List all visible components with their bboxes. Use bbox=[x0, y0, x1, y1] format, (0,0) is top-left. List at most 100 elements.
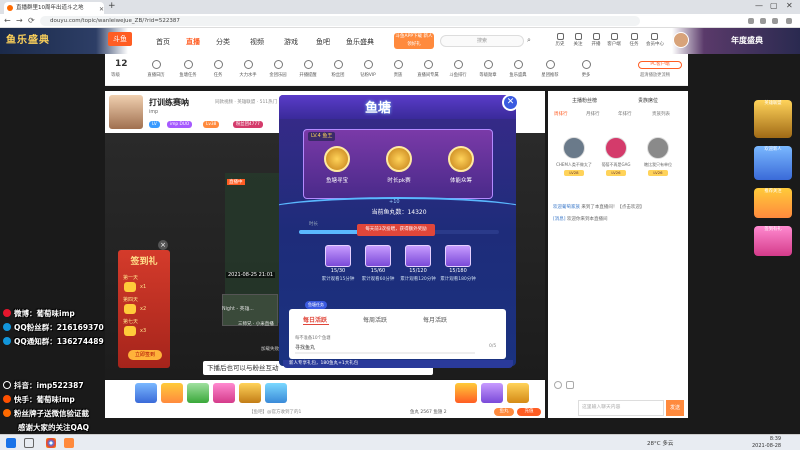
toolbar-item[interactable]: 金团乐园 bbox=[263, 58, 293, 78]
festival-banner[interactable]: 年度盛典 bbox=[702, 32, 792, 50]
follow-button[interactable]: 关注 bbox=[570, 33, 586, 47]
nav-live[interactable]: 直播 bbox=[186, 37, 200, 47]
reload-icon[interactable]: ⟳ bbox=[28, 16, 35, 25]
nav-video[interactable]: 视频 bbox=[250, 37, 264, 47]
forward-icon[interactable]: → bbox=[16, 16, 23, 25]
toolbar-item[interactable]: 等级勋章 bbox=[473, 58, 503, 78]
nav-home[interactable]: 首页 bbox=[156, 37, 170, 47]
fishball-button[interactable]: 鱼丸 bbox=[494, 408, 514, 416]
subtab-month[interactable]: 月排行 bbox=[586, 111, 600, 117]
room-meta[interactable]: 同款视频 · 英雄联盟 · 511热门 bbox=[215, 99, 277, 105]
extension-icon[interactable] bbox=[760, 18, 766, 24]
send-button[interactable]: 发送 bbox=[666, 400, 684, 416]
tab-weekly[interactable]: 每周活跃 bbox=[363, 315, 387, 324]
gift-icon[interactable] bbox=[161, 383, 183, 403]
history-button[interactable]: 历史 bbox=[552, 33, 568, 47]
toolbar-item[interactable]: 大力水手 bbox=[233, 58, 263, 78]
toolbar-item[interactable]: 钻粉VIP bbox=[353, 58, 383, 78]
gift-icon[interactable] bbox=[455, 383, 477, 403]
fan-entry[interactable]: 葡萄不再是GAG LV26 bbox=[598, 137, 634, 176]
menu-icon[interactable] bbox=[786, 18, 792, 24]
gift-icon[interactable] bbox=[213, 383, 235, 403]
vip-button[interactable]: 会员中心 bbox=[646, 33, 664, 47]
toolbar-item[interactable]: 贵族 bbox=[383, 58, 413, 78]
task-button[interactable]: 任务 bbox=[626, 33, 642, 47]
charge-button[interactable]: 充值 bbox=[517, 408, 541, 416]
chat-input[interactable]: 这里输入聊天内容 bbox=[578, 400, 664, 416]
subtab-noble-list[interactable]: 贵族列表 bbox=[652, 111, 670, 117]
browser-tab[interactable]: 直播群里10周年出道斗之地 ✕ bbox=[4, 2, 104, 14]
streamer-name[interactable]: imp bbox=[149, 110, 158, 115]
search-icon[interactable]: ⌕ bbox=[527, 36, 531, 45]
close-icon[interactable]: ✕ bbox=[502, 94, 519, 111]
gift-icon[interactable] bbox=[507, 383, 529, 403]
perk-crowdfund[interactable]: 体能众筹 bbox=[436, 146, 486, 184]
floating-widget[interactable]: 签到有礼 bbox=[754, 226, 792, 256]
windows-start-icon[interactable] bbox=[6, 438, 16, 448]
tab-close-icon[interactable]: ✕ bbox=[99, 4, 104, 14]
toolbar-item[interactable]: 鱼乐盛典 bbox=[503, 58, 533, 78]
toolbar-item[interactable]: 鱼塘任务 bbox=[173, 58, 203, 78]
toolbar-item[interactable]: 粉丝团 bbox=[323, 58, 353, 78]
maximize-button[interactable]: ▢ bbox=[770, 1, 778, 10]
url-field[interactable]: douyu.com/topic/wanleiwejue_ZB/?rid=5223… bbox=[40, 16, 640, 26]
tab-noble[interactable]: 贵族席位 bbox=[638, 97, 658, 104]
tab-monthly[interactable]: 每月活跃 bbox=[423, 315, 447, 324]
search-input[interactable]: 搜索 bbox=[440, 35, 524, 47]
toolbar-item[interactable]: 星团推荐 bbox=[535, 58, 565, 78]
weather-widget[interactable]: 28°C 多云 bbox=[647, 439, 673, 447]
nav-yuba[interactable]: 鱼吧 bbox=[316, 37, 330, 47]
gift-icon[interactable] bbox=[135, 383, 157, 403]
toolbar-item[interactable]: 直播日历 bbox=[141, 58, 171, 78]
gift-icon[interactable] bbox=[265, 383, 287, 403]
fan-entry[interactable]: 瞎比我只有单位 LV26 bbox=[640, 137, 676, 176]
app-icon[interactable] bbox=[64, 438, 74, 448]
nav-festival[interactable]: 鱼乐盛典 bbox=[346, 37, 374, 47]
nav-game[interactable]: 游戏 bbox=[284, 37, 298, 47]
floating-widget[interactable]: 英雄联盟 bbox=[754, 100, 792, 138]
pc-client-button[interactable]: PC客户端 bbox=[638, 61, 682, 69]
tab-fan-rank[interactable]: 主播粉丝榜 bbox=[572, 97, 597, 104]
user-avatar[interactable] bbox=[673, 32, 689, 48]
reward-chest[interactable]: 15/30 累计观看15分钟 bbox=[319, 245, 357, 283]
client-button[interactable]: 客户端 bbox=[606, 33, 622, 47]
broadcast-button[interactable]: 开播 bbox=[588, 33, 604, 47]
minimize-button[interactable]: — bbox=[755, 1, 763, 10]
gift-icon[interactable] bbox=[239, 383, 261, 403]
subtab-week[interactable]: 周排行 bbox=[554, 111, 568, 117]
streamer-avatar[interactable] bbox=[109, 95, 143, 129]
extension-icon[interactable] bbox=[748, 18, 754, 24]
perk-pk[interactable]: 时长pk赛 bbox=[374, 146, 424, 184]
floating-widget[interactable]: 欢迎新人 bbox=[754, 146, 792, 180]
chrome-icon[interactable] bbox=[46, 438, 56, 448]
back-icon[interactable]: ← bbox=[4, 16, 11, 25]
toolbar-item[interactable]: 斗鱼排行 bbox=[443, 58, 473, 78]
search-icon[interactable] bbox=[24, 438, 34, 448]
reward-chest[interactable]: 15/180 累计观看180分钟 bbox=[439, 245, 477, 283]
close-window-button[interactable]: ✕ bbox=[786, 1, 793, 10]
fan-entry[interactable]: CHEM人类不做太了 LV28 bbox=[556, 137, 592, 176]
sign-in-button[interactable]: 立即签到 bbox=[128, 350, 162, 360]
site-logo[interactable]: 鱼乐盛典 bbox=[6, 31, 96, 51]
app-download-button[interactable]: 斗鱼APP下载 新人领好礼 bbox=[394, 33, 434, 49]
toolbar-item[interactable]: 直播间专属 bbox=[413, 58, 443, 78]
fan-group-badge[interactable]: 粉丝团4777 bbox=[233, 121, 263, 128]
gift-icon[interactable] bbox=[481, 383, 503, 403]
toolbar-item[interactable]: 更多 bbox=[571, 58, 601, 78]
subtab-year[interactable]: 年排行 bbox=[618, 111, 632, 117]
tab-daily[interactable]: 每日活跃 bbox=[303, 315, 327, 324]
close-icon[interactable]: × bbox=[158, 240, 168, 250]
profile-icon[interactable] bbox=[772, 18, 778, 24]
reward-chest[interactable]: 15/120 累计观看120分钟 bbox=[399, 245, 437, 283]
gift-icon[interactable] bbox=[187, 383, 209, 403]
newbie-gift-bar[interactable]: 新人专享礼包，180鱼丸+1大礼包 bbox=[283, 360, 513, 368]
floating-widget[interactable]: 推荐关注 bbox=[754, 188, 792, 218]
emoji-icon[interactable] bbox=[554, 381, 562, 389]
new-tab-button[interactable]: + bbox=[108, 1, 116, 11]
reward-chest[interactable]: 15/60 累计观看60分钟 bbox=[359, 245, 397, 283]
nav-category[interactable]: 分类 bbox=[216, 37, 230, 47]
toolbar-item[interactable]: 任务 bbox=[203, 58, 233, 78]
settings-icon[interactable] bbox=[566, 381, 574, 389]
system-clock[interactable]: 8:39 2021-08-28 bbox=[752, 436, 781, 450]
perk-treasure[interactable]: 鱼塘寻宝 bbox=[312, 146, 362, 184]
